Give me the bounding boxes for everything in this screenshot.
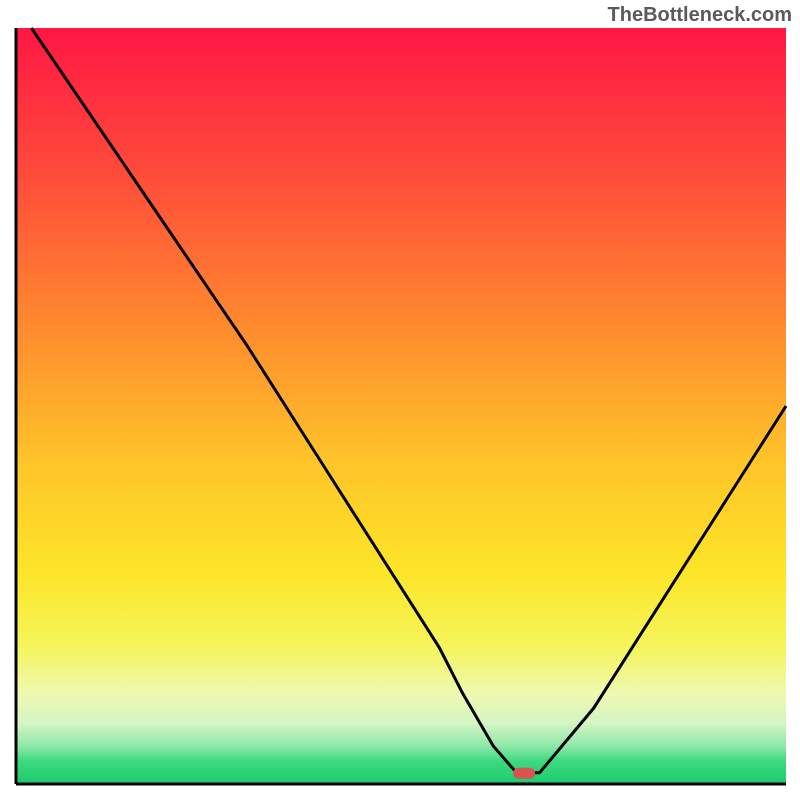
- optimal-marker: [513, 768, 535, 779]
- watermark-text: TheBottleneck.com: [608, 4, 792, 27]
- chart-container: TheBottleneck.com: [0, 0, 800, 800]
- bottleneck-chart: [0, 0, 800, 800]
- plot-background: [16, 28, 786, 784]
